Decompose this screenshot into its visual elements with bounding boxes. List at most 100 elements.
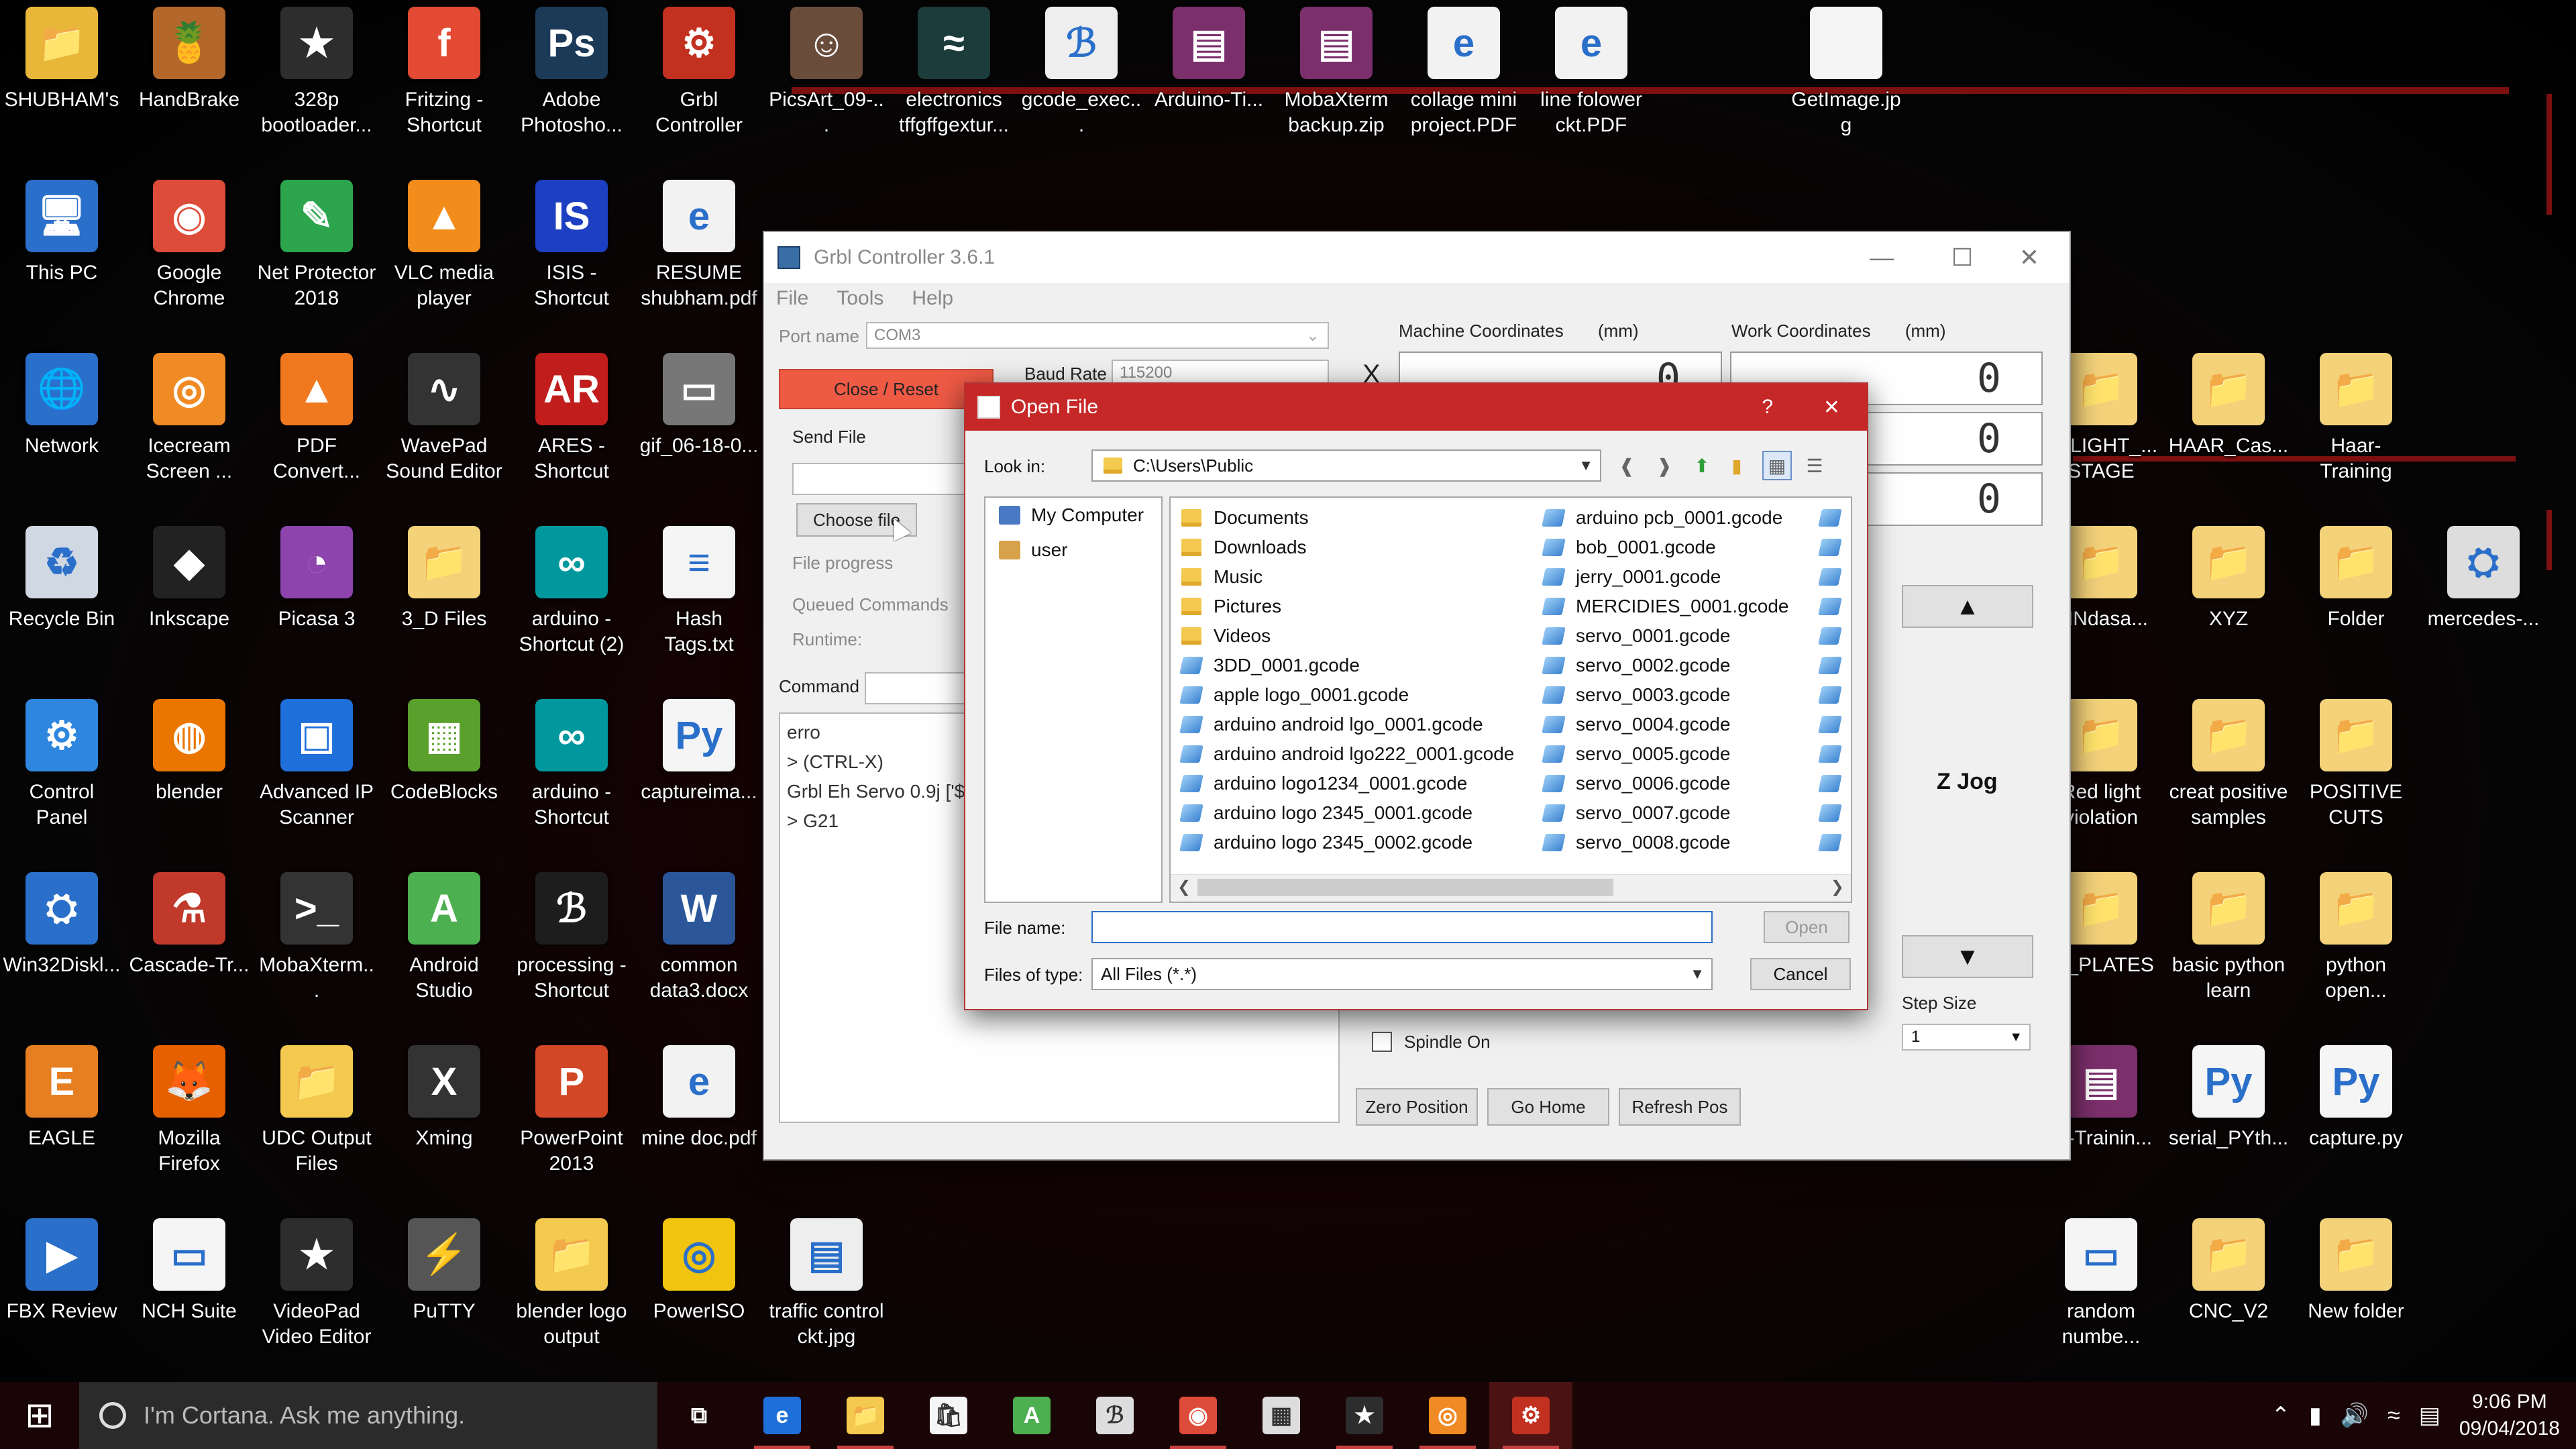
- file-item[interactable]: y: [1818, 828, 1851, 857]
- desktop-icon[interactable]: ◆ Inkscape: [129, 519, 250, 687]
- desktop-icon[interactable]: Wcommon data3.docx: [639, 865, 759, 1033]
- desktop-icon[interactable]: A Android Studio: [384, 865, 504, 1033]
- z-jog-down-button[interactable]: ▼: [1902, 935, 2033, 978]
- desktop-icon[interactable]: e mine doc.pdf: [639, 1038, 759, 1206]
- forward-icon[interactable]: ❱: [1650, 451, 1679, 480]
- desktop-icon[interactable]: ◉ Google Chrome: [129, 173, 250, 341]
- desktop-icon[interactable]: ≡ Hash Tags.txt: [639, 519, 759, 687]
- desktop-icon[interactable]: ★ VideoPad Video Editor: [256, 1212, 377, 1379]
- file-item[interactable]: servo_0008.gcode: [1542, 828, 1789, 857]
- action-center-icon[interactable]: ▤: [2419, 1402, 2440, 1429]
- close-button[interactable]: ✕: [1989, 232, 2070, 283]
- cortana-search-box[interactable]: I'm Cortana. Ask me anything.: [79, 1382, 657, 1449]
- desktop-icon[interactable]: ▭ random numbe...: [2041, 1212, 2161, 1379]
- folder-item[interactable]: Downloads: [1181, 533, 1514, 562]
- desktop-icon[interactable]: ▲ VLC media player: [384, 173, 504, 341]
- taskbar-edge-button[interactable]: e: [741, 1382, 824, 1449]
- desktop-icon[interactable]: 📁 SHUBHAM's: [1, 0, 122, 168]
- file-item[interactable]: arduino logo 2345_0002.gcode: [1179, 828, 1514, 857]
- file-item[interactable]: arduino logo 2345_0001.gcode: [1179, 798, 1514, 828]
- port-name-select[interactable]: COM3 ⌄: [866, 322, 1329, 349]
- sidebar-item-user[interactable]: user: [985, 533, 1161, 568]
- desktop-icon[interactable]: ▤ Arduino-Ti...: [1148, 0, 1269, 168]
- desktop-icon[interactable]: 📁 HAAR_Cas...: [2168, 346, 2289, 514]
- step-size-select[interactable]: 1 ▼: [1902, 1024, 2031, 1051]
- desktop-icon[interactable]: ▣ Advanced IP Scanner: [256, 692, 377, 860]
- desktop-icon[interactable]: ⛭ Win32Diskl...: [1, 865, 122, 1033]
- desktop-icon[interactable]: IS ISIS - Shortcut: [511, 173, 632, 341]
- desktop-icon[interactable]: ◎ PowerISO: [639, 1212, 759, 1379]
- detail-view-icon[interactable]: ☰: [1800, 451, 1829, 480]
- desktop-icon[interactable]: GetImage.jpg: [1786, 0, 1907, 168]
- desktop-icon[interactable]: Py capture.py: [2296, 1038, 2416, 1206]
- refresh-pos-button[interactable]: Refresh Pos: [1619, 1088, 1741, 1126]
- file-item[interactable]: s: [1818, 798, 1851, 828]
- look-in-select[interactable]: C:\Users\Public ▼: [1091, 449, 1601, 482]
- desktop-icon[interactable]: X Xming: [384, 1038, 504, 1206]
- desktop-icon[interactable]: e collage mini project.PDF: [1403, 0, 1524, 168]
- wifi-icon[interactable]: ≈: [2387, 1403, 2400, 1429]
- file-item[interactable]: jerry_0001.gcode: [1542, 562, 1789, 592]
- desktop-icon[interactable]: ⛭ mercedes-...: [2423, 519, 2544, 687]
- grbl-titlebar[interactable]: Grbl Controller 3.6.1 — ☐ ✕: [764, 232, 2070, 283]
- up-folder-icon[interactable]: ⬆: [1687, 451, 1717, 480]
- list-view-icon[interactable]: ▦: [1762, 451, 1792, 480]
- file-item[interactable]: servo_0003.gcode: [1542, 680, 1789, 710]
- file-item[interactable]: servo_0007.gcode: [1542, 798, 1789, 828]
- desktop-icon[interactable]: ▤ traffic control ckt.jpg: [766, 1212, 887, 1379]
- desktop-icon[interactable]: 🌐 Network: [1, 346, 122, 514]
- desktop-icon[interactable]: ⚙ Control Panel: [1, 692, 122, 860]
- cancel-button[interactable]: Cancel: [1750, 958, 1851, 990]
- desktop-icon[interactable]: 📁 Folder: [2296, 519, 2416, 687]
- file-item[interactable]: apple logo_0001.gcode: [1179, 680, 1514, 710]
- desktop-icon[interactable]: 🍍 HandBrake: [129, 0, 250, 168]
- file-item[interactable]: servo_0001.gcode: [1542, 621, 1789, 651]
- file-item[interactable]: s: [1818, 680, 1851, 710]
- file-item[interactable]: MERCIDIES_0001.gcode: [1542, 592, 1789, 621]
- file-item[interactable]: s: [1818, 562, 1851, 592]
- desktop-icon[interactable]: ◎ Icecream Screen ...: [129, 346, 250, 514]
- file-item[interactable]: arduino android lgo222_0001.gcode: [1179, 739, 1514, 769]
- taskbar-file-explorer-button[interactable]: 📁: [824, 1382, 907, 1449]
- go-home-button[interactable]: Go Home: [1487, 1088, 1609, 1126]
- file-item[interactable]: arduino pcb_0001.gcode: [1542, 503, 1789, 533]
- file-item[interactable]: s: [1818, 739, 1851, 769]
- desktop-icon[interactable]: E EAGLE: [1, 1038, 122, 1206]
- taskbar-calculator-button[interactable]: ▦: [1240, 1382, 1323, 1449]
- desktop-icon[interactable]: P PowerPoint 2013: [511, 1038, 632, 1206]
- desktop-icon[interactable]: 🖥 This PC: [1, 173, 122, 341]
- folder-item[interactable]: Documents: [1181, 503, 1514, 533]
- open-button[interactable]: Open: [1764, 911, 1849, 943]
- desktop-icon[interactable]: 📁 CNC_V2: [2168, 1212, 2289, 1379]
- desktop-icon[interactable]: ∞ arduino - Shortcut (2): [511, 519, 632, 687]
- help-button[interactable]: ?: [1762, 396, 1773, 419]
- windows-start-button[interactable]: ⊞: [0, 1382, 79, 1449]
- z-jog-up-button[interactable]: ▲: [1902, 585, 2033, 628]
- taskbar-icecream-button[interactable]: ◎: [1406, 1382, 1489, 1449]
- desktop-icon[interactable]: ℬprocessing - Shortcut: [511, 865, 632, 1033]
- file-item[interactable]: s: [1818, 651, 1851, 680]
- desktop-icon[interactable]: ⚗ Cascade-Tr...: [129, 865, 250, 1033]
- horizontal-scrollbar[interactable]: ❮ ❯: [1171, 874, 1851, 902]
- taskbar-chrome-button[interactable]: ◉: [1157, 1382, 1240, 1449]
- desktop-icon[interactable]: e line folower ckt.PDF: [1531, 0, 1652, 168]
- back-icon[interactable]: ❰: [1612, 451, 1642, 480]
- sidebar-item-my-computer[interactable]: My Computer: [985, 498, 1161, 533]
- dialog-titlebar[interactable]: Open File ? ✕: [965, 384, 1867, 431]
- desktop-icon[interactable]: ◍ blender: [129, 692, 250, 860]
- desktop-icon[interactable]: Py captureima...: [639, 692, 759, 860]
- desktop-icon[interactable]: ▦ CodeBlocks: [384, 692, 504, 860]
- desktop-icon[interactable]: ▲ PDF Convert...: [256, 346, 377, 514]
- desktop-icon[interactable]: ∞ arduino - Shortcut: [511, 692, 632, 860]
- menu-help[interactable]: Help: [912, 287, 953, 310]
- file-item[interactable]: bob_0001.gcode: [1542, 533, 1789, 562]
- desktop-icon[interactable]: ▤ MobaXterm backup.zip: [1276, 0, 1397, 168]
- taskbar-grbl-button[interactable]: ⚙: [1489, 1382, 1572, 1449]
- desktop-icon[interactable]: ≈ electronics tffgffgextur...: [894, 0, 1014, 168]
- taskbar-videopad-button[interactable]: ★: [1323, 1382, 1406, 1449]
- desktop-icon[interactable]: ℬgcode_exec...: [1021, 0, 1142, 168]
- taskbar-processing-button[interactable]: ℬ: [1073, 1382, 1157, 1449]
- file-item[interactable]: s: [1818, 621, 1851, 651]
- desktop-icon[interactable]: ▭ gif_06-18-0...: [639, 346, 759, 514]
- folder-item[interactable]: Pictures: [1181, 592, 1514, 621]
